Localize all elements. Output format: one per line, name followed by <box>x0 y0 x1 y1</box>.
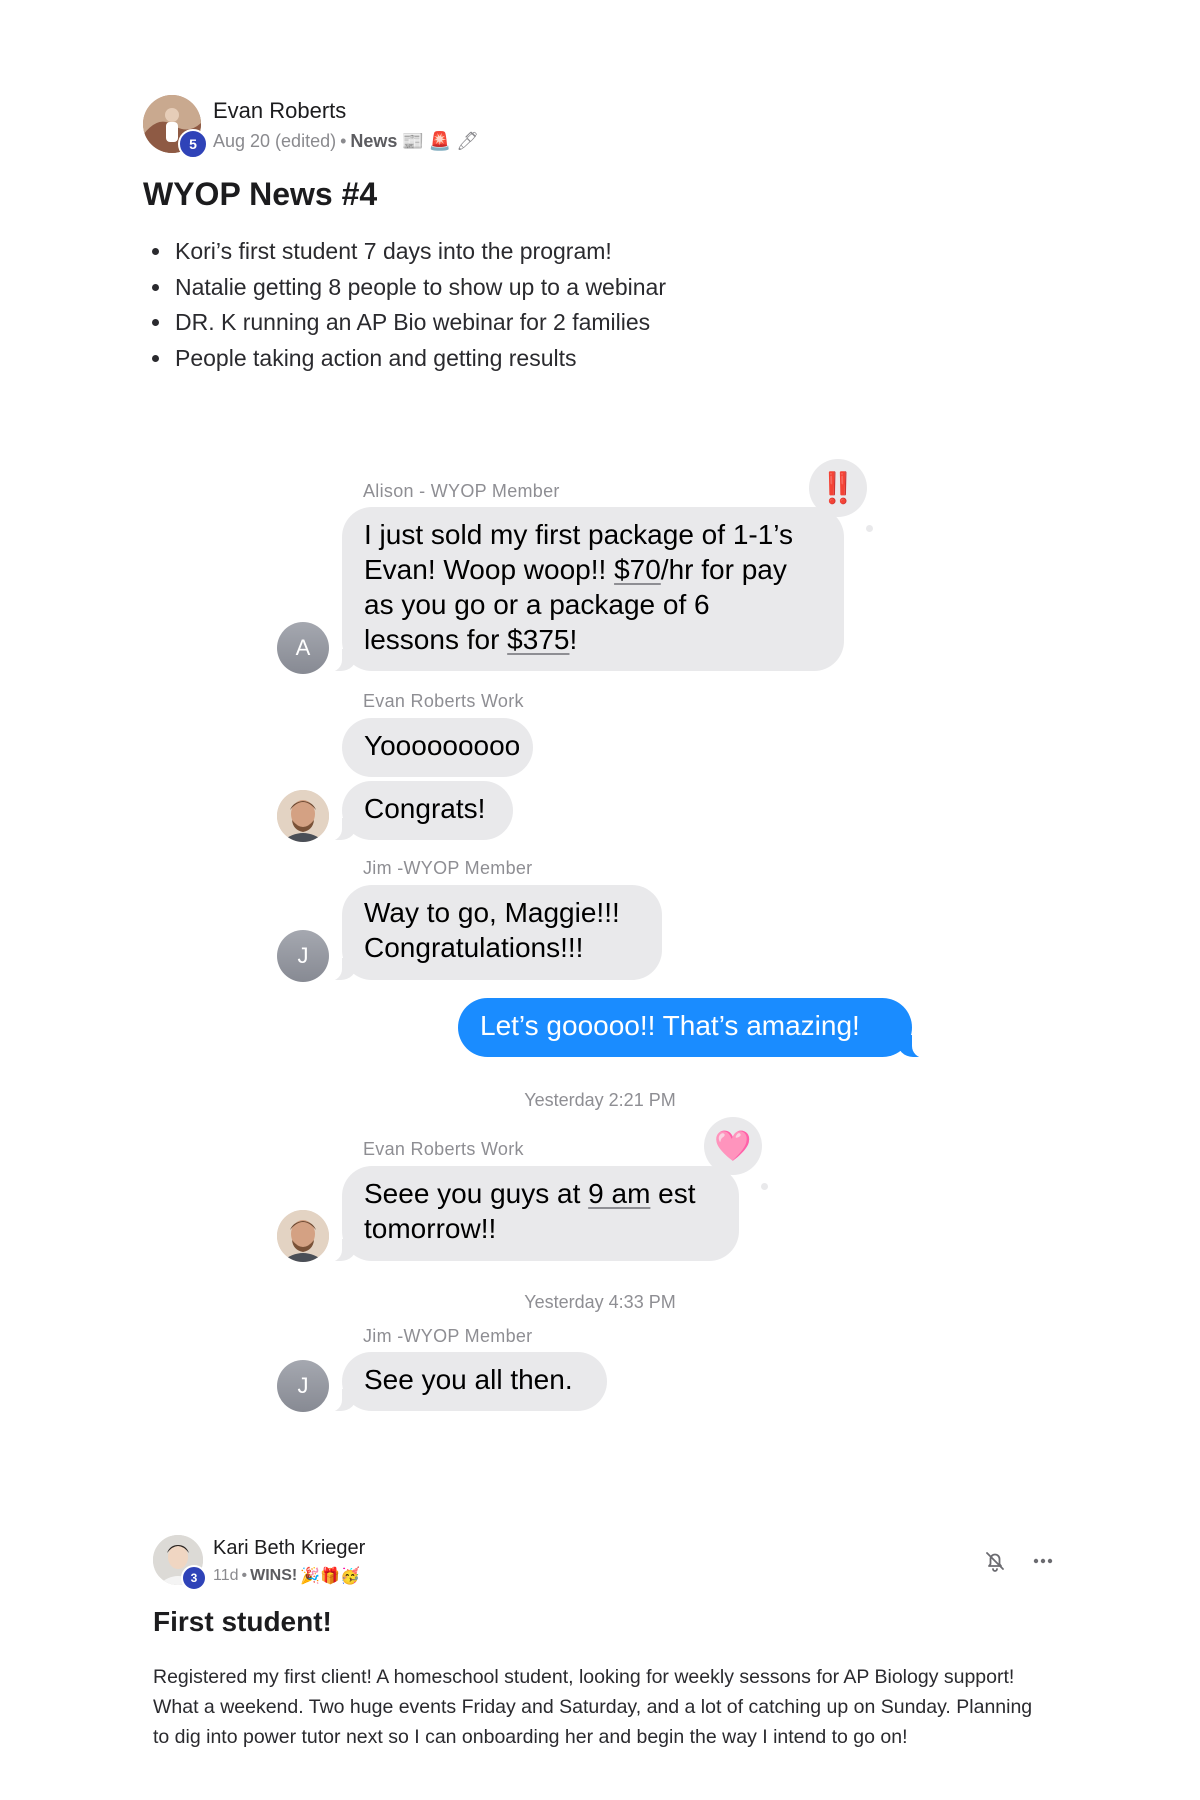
message-bubble[interactable]: I just sold my first package of 1-1’s Ev… <box>328 507 844 672</box>
sender-name: Jim -WYOP Member <box>363 858 533 878</box>
message-line: Way to go, Maggie!!! <box>364 897 620 928</box>
meta-separator: • <box>340 131 347 151</box>
contact-avatar[interactable] <box>277 790 329 842</box>
contact-avatar[interactable]: J <box>277 1360 329 1412</box>
level-badge: 5 <box>178 129 208 159</box>
message-bubble[interactable]: See you all then. <box>328 1352 607 1412</box>
message-line: as you go or a package of 6 <box>364 589 710 620</box>
post-body: Registered my first client! A homeschool… <box>153 1662 1073 1752</box>
list-item: DR. K running an AP Bio webinar for 2 fa… <box>173 305 666 341</box>
message-timestamp: Yesterday 4:33 PM <box>524 1292 676 1312</box>
time-link[interactable]: 9 am <box>588 1178 650 1209</box>
post-meta: 11d • WINS! 🎉🎁🥳 <box>213 1566 360 1586</box>
message-bubble[interactable]: Way to go, Maggie!!! Congratulations!!! <box>328 885 662 981</box>
bell-off-icon[interactable] <box>978 1544 1012 1578</box>
message-bubble[interactable]: Congrats! <box>328 781 513 841</box>
message-bubble[interactable]: Yooooooooo <box>342 718 533 777</box>
message-bubble[interactable]: Seee you guys at 9 am est tomorrow!! <box>328 1166 739 1262</box>
message-line: Congratulations!!! <box>364 932 584 963</box>
level-badge: 3 <box>181 1565 207 1591</box>
price-link[interactable]: $375 <box>507 624 569 655</box>
body-line: Registered my first client! A homeschool… <box>153 1666 1015 1688</box>
heart-icon: 🩷 <box>714 1129 752 1163</box>
post-date: Aug 20 (edited) <box>213 131 337 151</box>
post-age: 11d <box>213 1567 239 1584</box>
more-options-icon[interactable] <box>1026 1544 1060 1578</box>
price-link[interactable]: $70 <box>614 554 661 585</box>
news-bullet-list: Kori’s first student 7 days into the pro… <box>143 234 666 376</box>
contact-avatar[interactable] <box>277 1210 329 1262</box>
category-emojis: 🎉🎁🥳 <box>300 1568 360 1585</box>
post-category[interactable]: WINS! <box>250 1567 297 1585</box>
message-timestamp: Yesterday 2:21 PM <box>524 1090 676 1110</box>
sender-name: Jim -WYOP Member <box>363 1326 533 1346</box>
post-meta: Aug 20 (edited) • News 📰 🚨 🖊 <box>213 131 479 152</box>
contact-avatar[interactable]: J <box>277 930 329 982</box>
post-category[interactable]: News <box>350 131 397 152</box>
message-line: I just sold my first package of 1-1’s <box>364 519 793 550</box>
list-item: Natalie getting 8 people to show up to a… <box>173 270 666 306</box>
double-exclamation-icon: ‼️ <box>819 471 857 505</box>
person-photo-icon <box>277 790 329 842</box>
post-title[interactable]: WYOP News #4 <box>143 176 377 213</box>
reaction-tail-dot <box>761 1183 768 1190</box>
outgoing-message-bubble[interactable]: Let’s gooooo!! That’s amazing! <box>458 998 926 1058</box>
post-title[interactable]: First student! <box>153 1606 332 1638</box>
sender-name: Evan Roberts Work <box>363 1139 524 1159</box>
reaction-tail-dot <box>817 505 830 518</box>
meta-separator: • <box>241 1567 248 1584</box>
message-line: tomorrow!! <box>364 1213 497 1244</box>
list-item: Kori’s first student 7 days into the pro… <box>173 234 666 270</box>
body-line: to dig into power tutor next so I can on… <box>153 1726 908 1748</box>
message-line: lessons for $375! <box>364 624 578 655</box>
contact-avatar[interactable]: A <box>277 622 329 674</box>
category-emojis: 📰 🚨 🖊 <box>401 131 480 151</box>
person-photo-icon <box>277 1210 329 1262</box>
author-name[interactable]: Kari Beth Krieger <box>213 1537 365 1560</box>
body-line: What a weekend. Two huge events Friday a… <box>153 1696 1033 1718</box>
sender-name: Alison - WYOP Member <box>363 481 560 501</box>
message-line: Seee you guys at 9 am est <box>364 1178 696 1209</box>
reaction-tail-dot <box>866 525 873 532</box>
message-line: Evan! Woop woop!! $70/hr for pay <box>364 554 787 585</box>
author-name[interactable]: Evan Roberts <box>213 98 346 124</box>
list-item: People taking action and getting results <box>173 341 666 377</box>
reaction-tail-dot <box>712 1163 725 1176</box>
sender-name: Evan Roberts Work <box>363 691 524 711</box>
